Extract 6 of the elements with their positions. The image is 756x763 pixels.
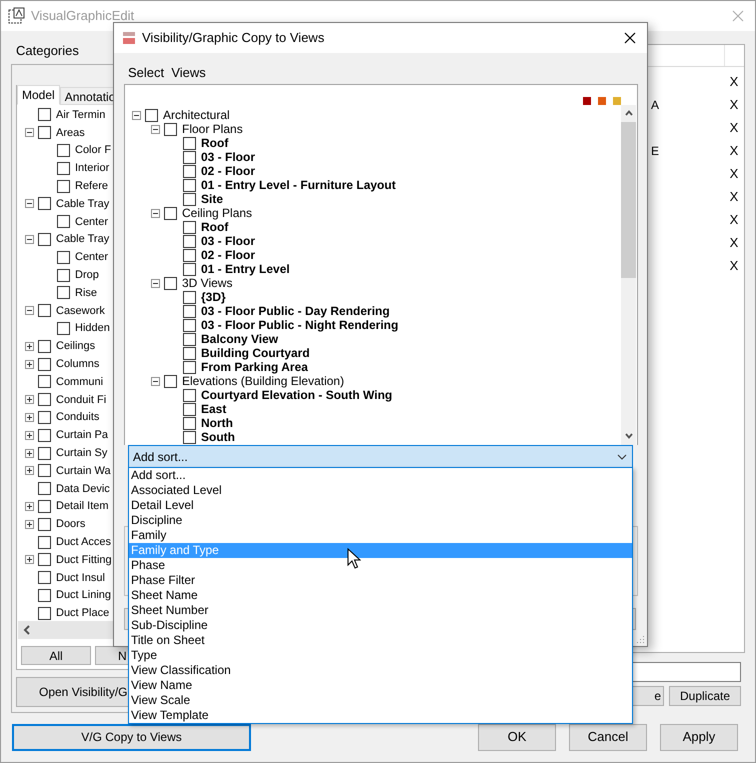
dialog-title: Visibility/Graphic Copy to Views: [142, 29, 324, 48]
table-cell-text: E: [650, 142, 659, 160]
section-label: Select Views: [128, 66, 207, 80]
window-title: VisualGraphicEdit: [31, 7, 134, 26]
table-cell-text: A: [650, 96, 659, 114]
categories-label: Categories: [16, 44, 80, 58]
